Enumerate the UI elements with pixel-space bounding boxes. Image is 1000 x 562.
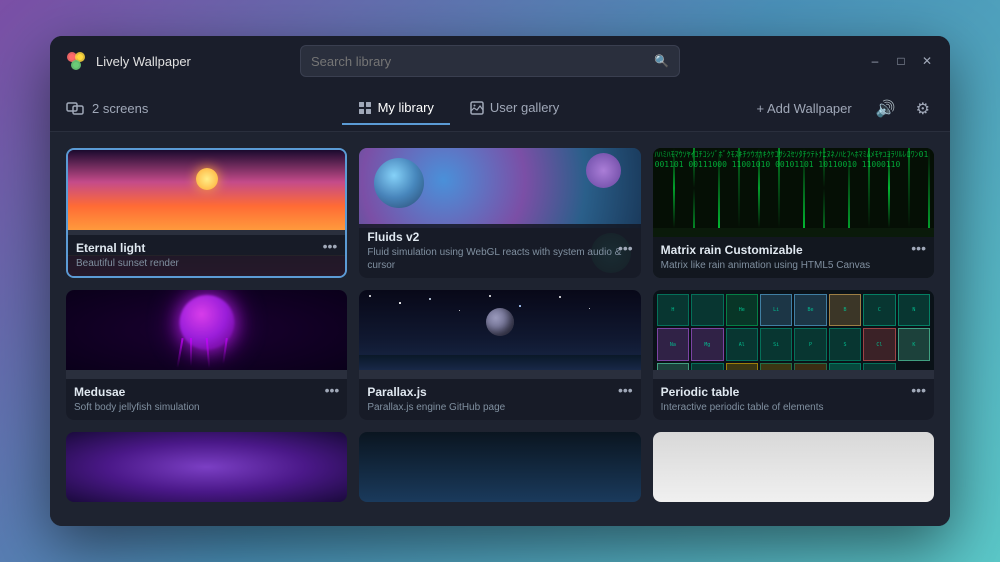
user-gallery-label: User gallery xyxy=(490,100,559,115)
card-thumbnail-row3-2 xyxy=(359,432,640,502)
search-bar[interactable]: 🔍 xyxy=(300,45,680,77)
titlebar: Lively Wallpaper 🔍 – □ ✕ xyxy=(50,36,950,86)
wallpaper-card-row3-3[interactable] xyxy=(653,432,934,502)
card-menu-medusae[interactable]: ••• xyxy=(325,382,340,398)
card-thumbnail-periodic: HHe LiBe B C N NaMg AlSiPSCl K Ca ScTiVC… xyxy=(653,290,934,370)
search-input[interactable] xyxy=(311,54,646,69)
card-desc-fluids: Fluid simulation using WebGL reacts with… xyxy=(367,246,632,272)
content-area: Eternal light Beautiful sunset render ••… xyxy=(50,132,950,526)
card-thumbnail-eternal xyxy=(68,150,345,230)
window-controls: – □ ✕ xyxy=(868,54,934,68)
card-menu-matrix[interactable]: ••• xyxy=(911,240,926,256)
card-desc-eternal: Beautiful sunset render xyxy=(76,257,337,270)
add-wallpaper-button[interactable]: + Add Wallpaper xyxy=(748,97,859,120)
card-desc-medusae: Soft body jellyfish simulation xyxy=(74,401,339,414)
my-library-label: My library xyxy=(378,100,434,115)
card-info-parallax: Parallax.js Parallax.js engine GitHub pa… xyxy=(359,379,640,420)
card-title-medusae: Medusae xyxy=(74,385,339,399)
card-title-periodic: Periodic table xyxy=(661,385,926,399)
app-logo-icon xyxy=(66,51,86,71)
app-window: Lively Wallpaper 🔍 – □ ✕ 2 screens xyxy=(50,36,950,526)
card-menu-parallax[interactable]: ••• xyxy=(618,382,633,398)
wallpaper-card-row3-2[interactable] xyxy=(359,432,640,502)
matrix-chars-display: ﾊﾊﾐﾊﾓﾏｳｿﾔｲｺﾁｺｼｿﾞﾎﾞｸﾓｽｷﾁﾂｳｵｶｷｸｹｺｻｼｽｾｿﾀﾁﾂﾃ… xyxy=(653,148,934,228)
screens-info: 2 screens xyxy=(66,101,148,116)
card-title-fluids: Fluids v2 xyxy=(367,230,632,244)
tab-my-library[interactable]: My library xyxy=(342,92,450,125)
wallpaper-card-matrix[interactable]: ﾊﾊﾐﾊﾓﾏｳｿﾔｲｺﾁｺｼｿﾞﾎﾞｸﾓｽｷﾁﾂｳｵｶｷｸｹｺｻｼｽｾｿﾀﾁﾂﾃ… xyxy=(653,148,934,278)
app-title: Lively Wallpaper xyxy=(96,54,191,69)
screens-icon xyxy=(66,102,84,116)
card-info-fluids: Fluids v2 Fluid simulation using WebGL r… xyxy=(359,224,640,278)
gallery-icon xyxy=(470,101,484,115)
card-thumbnail-matrix: ﾊﾊﾐﾊﾓﾏｳｿﾔｲｺﾁｺｼｿﾞﾎﾞｸﾓｽｷﾁﾂｳｵｶｷｸｹｺｻｼｽｾｿﾀﾁﾂﾃ… xyxy=(653,148,934,228)
card-info-periodic: Periodic table Interactive periodic tabl… xyxy=(653,379,934,420)
card-thumbnail-medusae xyxy=(66,290,347,370)
card-title-eternal: Eternal light xyxy=(76,241,337,255)
minimize-button[interactable]: – xyxy=(868,54,882,68)
card-thumbnail-fluids xyxy=(359,148,640,228)
card-thumbnail-row3-1 xyxy=(66,432,347,502)
card-title-matrix: Matrix rain Customizable xyxy=(661,243,926,257)
wallpaper-grid: Eternal light Beautiful sunset render ••… xyxy=(66,148,934,502)
card-desc-periodic: Interactive periodic table of elements xyxy=(661,401,926,414)
wallpaper-card-fluids[interactable]: Fluids v2 Fluid simulation using WebGL r… xyxy=(359,148,640,278)
card-desc-parallax: Parallax.js engine GitHub page xyxy=(367,401,632,414)
card-thumbnail-parallax xyxy=(359,290,640,370)
nav-actions: + Add Wallpaper 🔊 ⚙ xyxy=(748,95,934,123)
card-menu-eternal[interactable]: ••• xyxy=(323,238,338,254)
card-thumbnail-row3-3 xyxy=(653,432,934,502)
wallpaper-card-parallax[interactable]: Parallax.js Parallax.js engine GitHub pa… xyxy=(359,290,640,420)
wallpaper-card-medusae[interactable]: Medusae Soft body jellyfish simulation •… xyxy=(66,290,347,420)
nav-tabs: My library User gallery xyxy=(168,92,748,125)
search-icon: 🔍 xyxy=(654,54,669,68)
add-wallpaper-label: + Add Wallpaper xyxy=(756,101,851,116)
volume-button[interactable]: 🔊 xyxy=(872,95,900,123)
wallpaper-card-eternal-light[interactable]: Eternal light Beautiful sunset render ••… xyxy=(66,148,347,278)
card-title-parallax: Parallax.js xyxy=(367,385,632,399)
screens-label: 2 screens xyxy=(92,101,148,116)
wallpaper-card-periodic[interactable]: HHe LiBe B C N NaMg AlSiPSCl K Ca ScTiVC… xyxy=(653,290,934,420)
card-info-matrix: Matrix rain Customizable Matrix like rai… xyxy=(653,237,934,278)
maximize-button[interactable]: □ xyxy=(894,54,908,68)
card-menu-fluids[interactable]: ••• xyxy=(618,240,633,256)
close-button[interactable]: ✕ xyxy=(920,54,934,68)
settings-button[interactable]: ⚙ xyxy=(912,95,934,123)
tab-user-gallery[interactable]: User gallery xyxy=(454,92,575,125)
wallpaper-card-row3-1[interactable] xyxy=(66,432,347,502)
card-info-medusae: Medusae Soft body jellyfish simulation xyxy=(66,379,347,420)
navbar: 2 screens My library User gallery xyxy=(50,86,950,132)
card-info-eternal: Eternal light Beautiful sunset render xyxy=(68,235,345,276)
card-menu-periodic[interactable]: ••• xyxy=(911,382,926,398)
card-desc-matrix: Matrix like rain animation using HTML5 C… xyxy=(661,259,926,272)
library-icon xyxy=(358,101,372,115)
